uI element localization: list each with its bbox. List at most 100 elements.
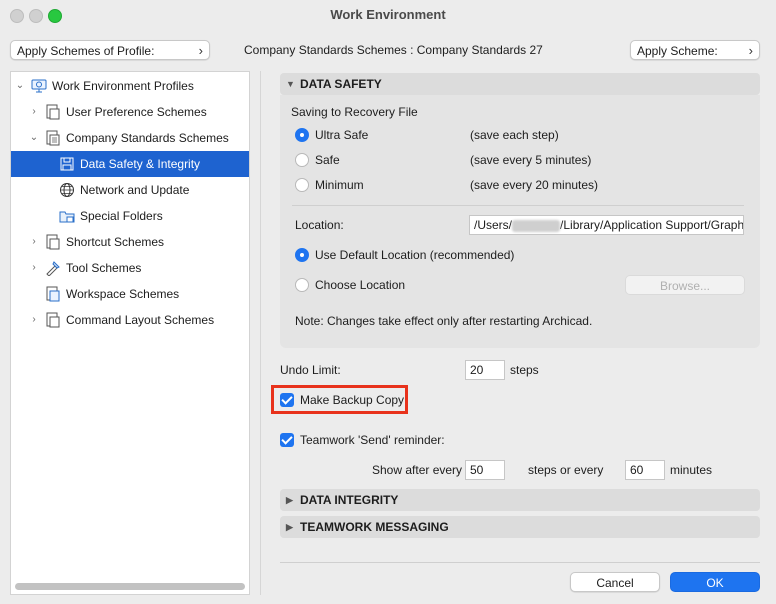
radio-default-location[interactable] (295, 248, 309, 262)
scheme-icon (46, 130, 60, 146)
data-safety-header[interactable]: ▼ DATA SAFETY (280, 73, 760, 95)
chevron-right-icon[interactable]: › (28, 229, 40, 255)
make-backup-checkbox[interactable] (280, 393, 294, 407)
scheme-icon (46, 234, 60, 250)
footer-separator (280, 562, 760, 563)
globe-icon (60, 183, 74, 197)
tree-item-tool-schemes[interactable]: › Tool Schemes (11, 255, 249, 281)
tree-item-label: Data Safety & Integrity (80, 157, 201, 171)
teamwork-reminder-label: Teamwork 'Send' reminder: (300, 433, 445, 447)
title-bar: Work Environment (0, 0, 776, 30)
restart-note: Note: Changes take effect only after res… (295, 314, 593, 328)
tree-item-label: Special Folders (80, 209, 163, 223)
section-title: DATA INTEGRITY (300, 493, 399, 507)
location-prefix: /Users/ (474, 218, 513, 232)
triangle-right-icon: ▶ (286, 522, 293, 532)
tree-item-workspace-schemes[interactable]: Workspace Schemes (11, 281, 249, 307)
cancel-button[interactable]: Cancel (570, 572, 660, 592)
apply-profile-popup[interactable]: Apply Schemes of Profile: › (10, 40, 210, 60)
undo-limit-label: Undo Limit: (280, 363, 341, 377)
chevron-right-icon[interactable]: › (28, 307, 40, 333)
chevron-right-icon[interactable]: › (28, 99, 40, 125)
radio-minimum[interactable] (295, 178, 309, 192)
minimum-label: Minimum (315, 178, 364, 192)
radio-safe[interactable] (295, 153, 309, 167)
apply-scheme-label: Apply Scheme: (637, 44, 718, 58)
chevron-down-icon[interactable]: ⌄ (14, 73, 26, 99)
chevron-right-icon[interactable]: › (28, 255, 40, 281)
scheme-icon (46, 104, 60, 120)
location-label: Location: (295, 218, 344, 232)
data-integrity-header[interactable]: ▶ DATA INTEGRITY (280, 489, 760, 511)
standards-label: Company Standards Schemes : (244, 43, 414, 57)
tree-item-data-safety[interactable]: Data Safety & Integrity (11, 151, 249, 177)
triangle-right-icon: ▶ (286, 495, 293, 505)
default-location-label: Use Default Location (recommended) (315, 248, 515, 262)
browse-button[interactable]: Browse... (625, 275, 745, 295)
radio-ultra-safe[interactable] (295, 128, 309, 142)
radio-choose-location[interactable] (295, 278, 309, 292)
standards-value: Company Standards 27 (416, 43, 543, 57)
steps-field[interactable]: 50 (465, 460, 505, 480)
make-backup-label: Make Backup Copy (300, 393, 405, 407)
minimize-window-button[interactable] (29, 9, 43, 23)
tree-horizontal-scrollbar[interactable] (15, 583, 245, 590)
scheme-icon (46, 286, 60, 302)
minimum-desc: (save every 20 minutes) (470, 178, 599, 192)
data-safety-panel: Saving to Recovery File Ultra Safe (save… (280, 95, 760, 348)
company-standards-info: Company Standards Schemes : Company Stan… (244, 43, 543, 57)
close-window-button[interactable] (10, 9, 24, 23)
folder-icon (59, 211, 75, 223)
tree-item-label: Shortcut Schemes (66, 235, 165, 249)
undo-limit-field[interactable]: 20 (465, 360, 505, 380)
scheme-tree: ⌄ Work Environment Profiles › User Prefe… (10, 71, 250, 595)
recovery-file-title: Saving to Recovery File (291, 105, 418, 119)
tree-item-work-environment-profiles[interactable]: ⌄ Work Environment Profiles (11, 73, 249, 99)
tree-item-shortcut-schemes[interactable]: › Shortcut Schemes (11, 229, 249, 255)
chevron-down-icon[interactable]: ⌄ (28, 125, 40, 151)
safe-label: Safe (315, 153, 340, 167)
tool-icon (46, 261, 60, 276)
pane-divider[interactable] (260, 71, 261, 595)
tree-item-label: Work Environment Profiles (52, 79, 194, 93)
ultra-safe-label: Ultra Safe (315, 128, 369, 142)
section-title: DATA SAFETY (300, 77, 382, 91)
location-suffix: /Library/Application Support/Graphisoft (560, 218, 744, 232)
apply-scheme-popup[interactable]: Apply Scheme: › (630, 40, 760, 60)
tree-item-network-and-update[interactable]: Network and Update (11, 177, 249, 203)
tree-item-label: Tool Schemes (66, 261, 142, 275)
tree-item-label: Network and Update (80, 183, 190, 197)
scheme-icon (46, 312, 60, 328)
tree-item-label: Workspace Schemes (66, 287, 180, 301)
profiles-icon (31, 79, 47, 93)
tree-item-label: Command Layout Schemes (66, 313, 215, 327)
show-after-label: Show after every (372, 463, 463, 477)
window-title: Work Environment (330, 7, 446, 22)
separator (292, 205, 744, 206)
work-environment-window: Work Environment Apply Schemes of Profil… (0, 0, 776, 604)
triangle-down-icon: ▼ (286, 79, 295, 89)
section-title: TEAMWORK MESSAGING (300, 520, 449, 534)
teamwork-messaging-header[interactable]: ▶ TEAMWORK MESSAGING (280, 516, 760, 538)
zoom-window-button[interactable] (48, 9, 62, 23)
chevron-right-icon: › (748, 43, 753, 58)
minutes-field[interactable]: 60 (625, 460, 665, 480)
safe-desc: (save every 5 minutes) (470, 153, 592, 167)
tree-item-special-folders[interactable]: Special Folders (11, 203, 249, 229)
undo-limit-unit: steps (510, 363, 539, 377)
tree-item-company-standards-schemes[interactable]: ⌄ Company Standards Schemes (11, 125, 249, 151)
location-field[interactable]: /Users/ /Library/Application Support/Grap… (469, 215, 744, 235)
choose-location-label: Choose Location (315, 278, 406, 292)
chevron-right-icon: › (198, 43, 203, 58)
tree-item-command-layout-schemes[interactable]: › Command Layout Schemes (11, 307, 249, 333)
redacted-username (512, 219, 561, 232)
tree-item-user-preference-schemes[interactable]: › User Preference Schemes (11, 99, 249, 125)
apply-profile-label: Apply Schemes of Profile: (17, 44, 155, 58)
minutes-label: minutes (670, 463, 713, 477)
steps-or-every-label: steps or every (528, 463, 604, 477)
teamwork-reminder-checkbox[interactable] (280, 433, 294, 447)
tree-item-label: Company Standards Schemes (66, 131, 229, 145)
data-safety-icon (60, 157, 74, 171)
ok-button[interactable]: OK (670, 572, 760, 592)
ultra-safe-desc: (save each step) (470, 128, 559, 142)
